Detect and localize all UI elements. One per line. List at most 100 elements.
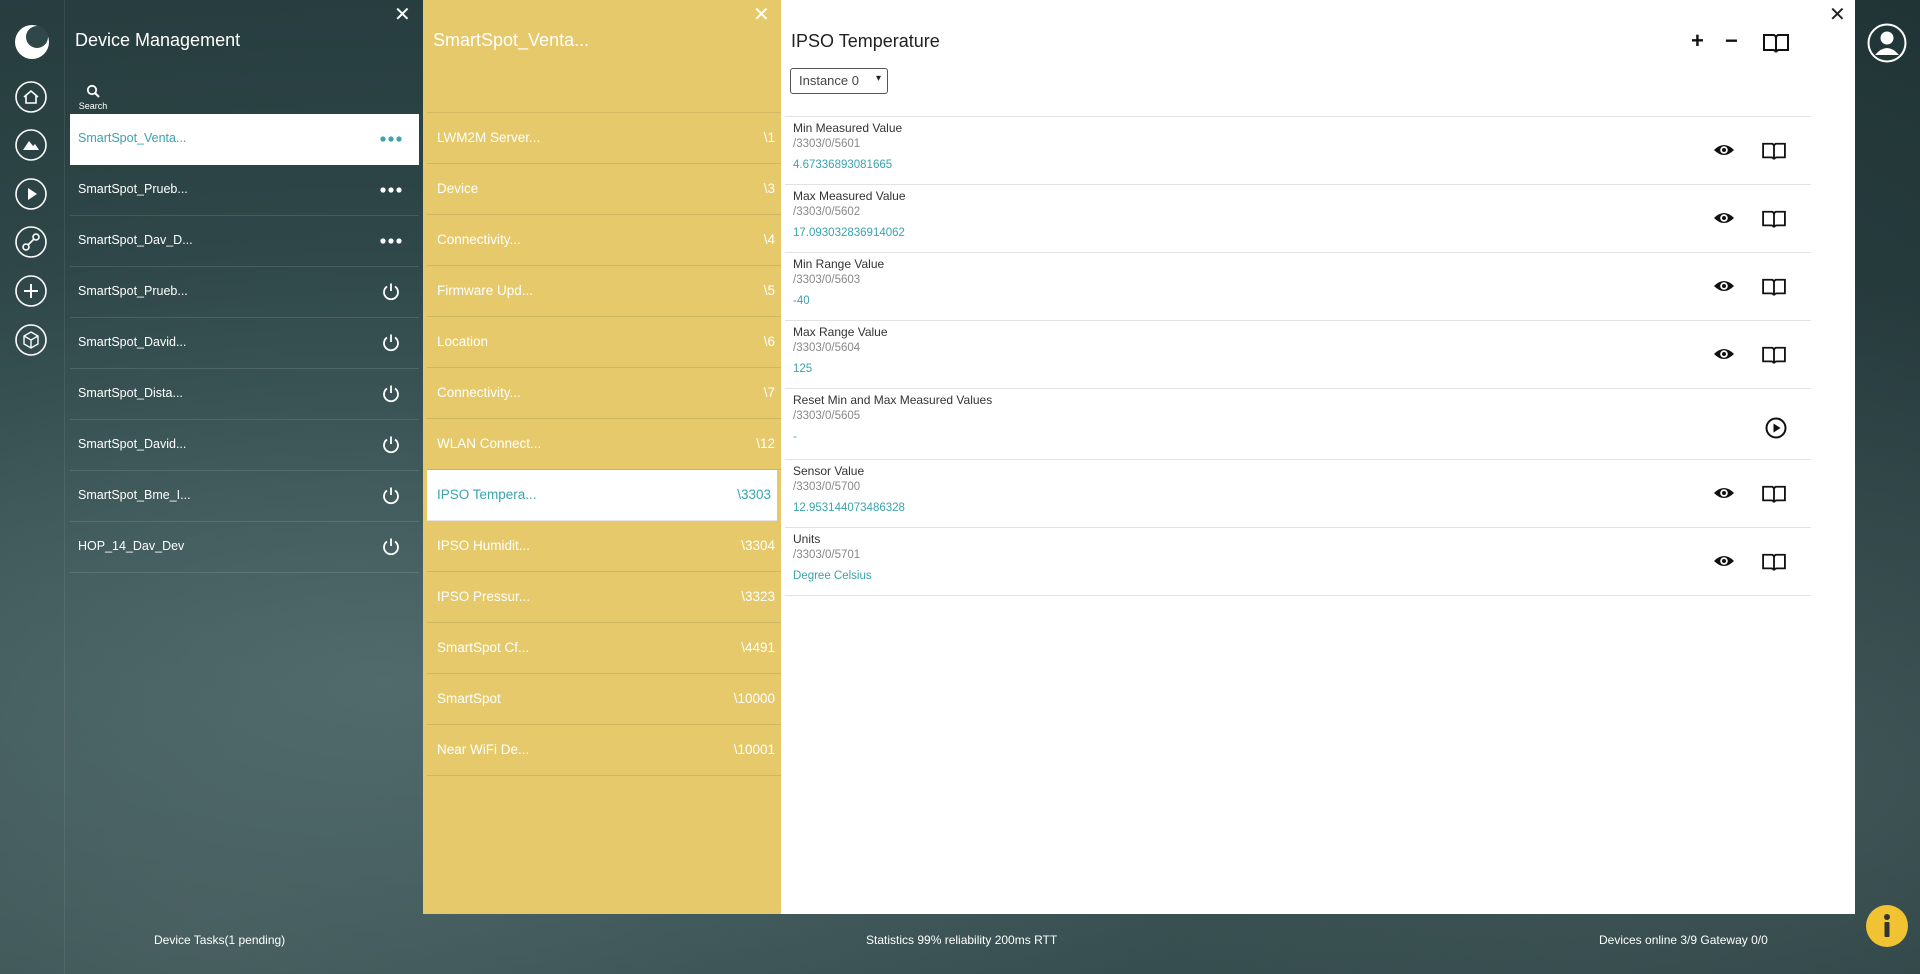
device-row[interactable]: SmartSpot_Venta...	[70, 114, 419, 165]
remove-instance-button[interactable]: −	[1725, 30, 1738, 52]
object-id: \5	[763, 283, 775, 298]
resource-name: Min Measured Value	[793, 121, 903, 135]
device-name: SmartSpot_David...	[78, 335, 187, 349]
object-item[interactable]: IPSO Pressur... \3323	[427, 572, 781, 623]
object-panel-title: SmartSpot_Venta...	[433, 30, 590, 50]
search-button[interactable]: Search	[78, 84, 108, 111]
object-item[interactable]: Near WiFi De... \10001	[427, 725, 781, 776]
resource-name: Reset Min and Max Measured Values	[793, 393, 993, 407]
eye-icon[interactable]	[1713, 345, 1735, 363]
device-row[interactable]: SmartSpot_Dav_D...	[70, 216, 419, 267]
device-name: SmartSpot_David...	[78, 437, 187, 451]
object-name: Near WiFi De...	[437, 742, 530, 757]
object-item[interactable]: WLAN Connect... \12	[427, 419, 781, 470]
eye-icon[interactable]	[1713, 141, 1735, 159]
eye-icon[interactable]	[1713, 277, 1735, 295]
book-icon[interactable]	[1761, 277, 1787, 297]
resource-name: Max Range Value	[793, 325, 888, 339]
cube-icon[interactable]	[14, 323, 48, 357]
object-item[interactable]: LWM2M Server... \1	[427, 113, 781, 164]
more-options-icon[interactable]	[379, 128, 403, 150]
device-row[interactable]: SmartSpot_Bme_I...	[70, 471, 419, 522]
device-row[interactable]: SmartSpot_Dista...	[70, 369, 419, 420]
resource-name: Min Range Value	[793, 257, 885, 271]
resource-name: Units	[793, 532, 821, 546]
object-id: \7	[763, 385, 775, 400]
object-name: SmartSpot	[437, 691, 501, 706]
book-icon[interactable]	[1761, 209, 1787, 229]
resource-path: /3303/0/5605	[793, 410, 861, 422]
object-item[interactable]: SmartSpot \10000	[427, 674, 781, 725]
power-icon[interactable]	[379, 332, 403, 354]
device-row[interactable]: SmartSpot_David...	[70, 318, 419, 369]
resource-path: /3303/0/5603	[793, 274, 861, 286]
object-name: IPSO Pressur...	[437, 589, 531, 604]
device-tasks-link[interactable]: Device Tasks(1 pending)	[154, 933, 285, 947]
landscape-icon[interactable]	[14, 128, 48, 162]
more-options-icon[interactable]	[379, 179, 403, 201]
connection-icon[interactable]	[14, 225, 48, 259]
book-icon[interactable]	[1761, 141, 1787, 161]
object-id: \3304	[741, 538, 775, 553]
resource-row: Reset Min and Max Measured Values /3303/…	[785, 389, 1811, 460]
app-logo-icon[interactable]	[14, 24, 50, 60]
resource-row: Min Measured Value /3303/0/5601 4.673368…	[785, 117, 1811, 185]
book-icon[interactable]	[1761, 345, 1787, 365]
object-item-selected[interactable]: IPSO Tempera... \3303	[427, 470, 777, 521]
resource-row: Sensor Value /3303/0/5700 12.95314407348…	[785, 460, 1811, 528]
object-item[interactable]: Location \6	[427, 317, 781, 368]
execute-play-icon[interactable]	[1765, 417, 1787, 439]
object-name: LWM2M Server...	[437, 130, 541, 145]
add-circle-icon[interactable]	[14, 274, 48, 308]
object-item[interactable]: IPSO Humidit... \3304	[427, 521, 781, 572]
resource-path: /3303/0/5602	[793, 206, 861, 218]
user-avatar-icon[interactable]	[1867, 23, 1907, 63]
add-instance-button[interactable]: +	[1691, 30, 1704, 52]
object-id: \3	[763, 181, 775, 196]
object-item[interactable]: Firmware Upd... \5	[427, 266, 781, 317]
more-options-icon[interactable]	[379, 230, 403, 252]
object-list: LWM2M Server... \1 Device \3 Connectivity.…	[427, 112, 781, 776]
power-icon[interactable]	[379, 485, 403, 507]
device-name: HOP_14_Dav_Dev	[78, 539, 185, 553]
device-row[interactable]: SmartSpot_Prueb...	[70, 267, 419, 318]
object-id: \3323	[741, 589, 775, 604]
left-nav-rail	[0, 0, 65, 974]
object-name: Device	[437, 181, 479, 196]
device-row[interactable]: SmartSpot_Prueb...	[70, 165, 419, 216]
object-item[interactable]: SmartSpot Cf... \4491	[427, 623, 781, 674]
power-icon[interactable]	[379, 536, 403, 558]
device-name: SmartSpot_Venta...	[78, 131, 187, 145]
power-icon[interactable]	[379, 281, 403, 303]
power-icon[interactable]	[379, 383, 403, 405]
device-row[interactable]: SmartSpot_David...	[70, 420, 419, 471]
close-resource-panel-button[interactable]: ✕	[1829, 5, 1846, 25]
resource-list: Min Measured Value /3303/0/5601 4.673368…	[785, 116, 1811, 596]
resource-value: -	[793, 431, 797, 443]
statistics-text: Statistics 99% reliability 200ms RTT	[866, 933, 1058, 947]
play-icon[interactable]	[14, 177, 48, 211]
power-icon[interactable]	[379, 434, 403, 456]
object-item[interactable]: Connectivity... \4	[427, 215, 781, 266]
resource-panel: ✕ IPSO Temperature + − Instance 0 ▾ Min …	[781, 0, 1855, 914]
object-name: Connectivity...	[437, 232, 521, 247]
book-icon[interactable]	[1762, 32, 1790, 54]
close-device-panel-button[interactable]: ✕	[394, 5, 411, 25]
home-icon[interactable]	[14, 80, 48, 114]
object-id: \4	[763, 232, 775, 247]
device-row[interactable]: HOP_14_Dav_Dev	[70, 522, 419, 573]
book-icon[interactable]	[1761, 552, 1787, 572]
eye-icon[interactable]	[1713, 209, 1735, 227]
instance-select[interactable]: Instance 0 ▾	[790, 68, 888, 94]
object-item[interactable]: Device \3	[427, 164, 781, 215]
object-item[interactable]: Connectivity... \7	[427, 368, 781, 419]
resource-row: Max Range Value /3303/0/5604 125	[785, 321, 1811, 389]
info-button[interactable]	[1866, 905, 1908, 947]
resource-row: Max Measured Value /3303/0/5602 17.09303…	[785, 185, 1811, 253]
eye-icon[interactable]	[1713, 552, 1735, 570]
eye-icon[interactable]	[1713, 484, 1735, 502]
instance-select-value: Instance 0	[799, 73, 859, 88]
object-name: Location	[437, 334, 489, 349]
close-object-panel-button[interactable]: ✕	[753, 5, 770, 25]
book-icon[interactable]	[1761, 484, 1787, 504]
